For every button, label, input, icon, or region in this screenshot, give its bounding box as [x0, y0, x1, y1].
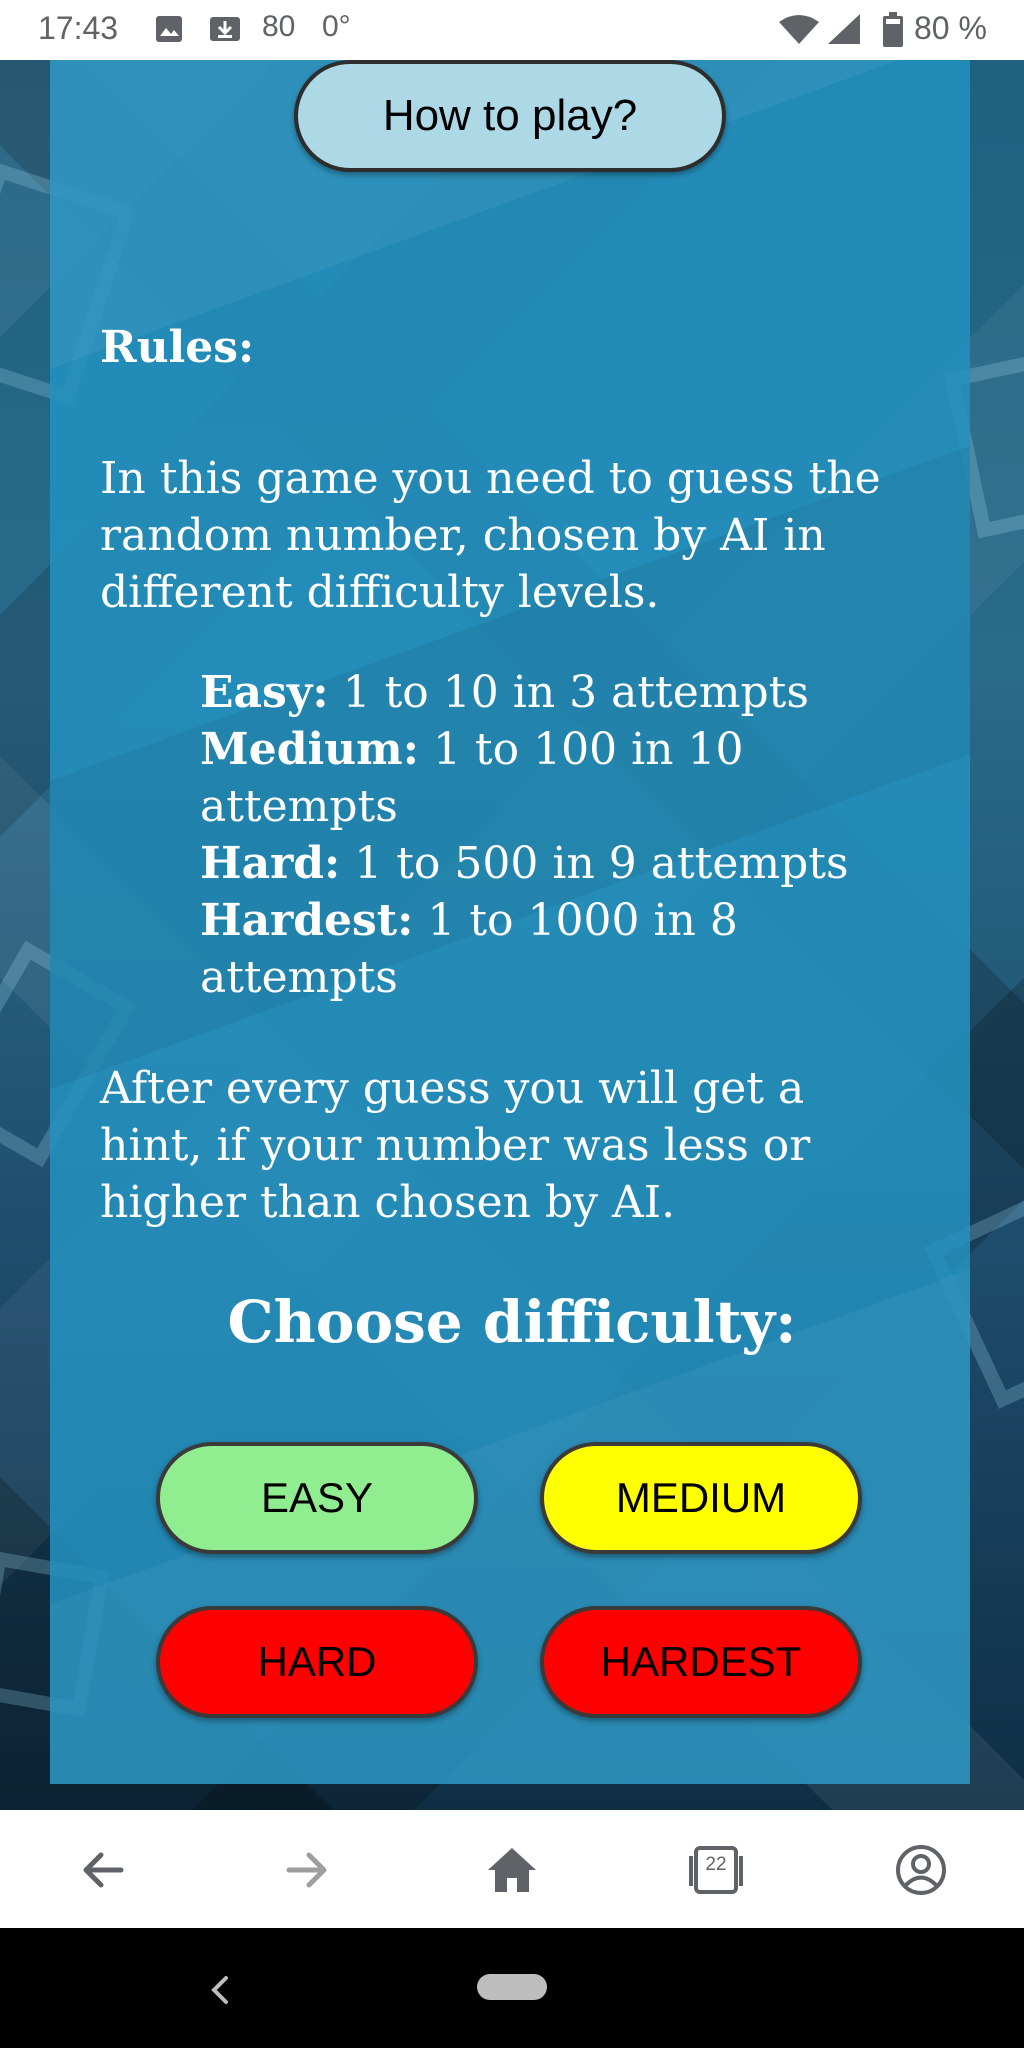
easy-button[interactable]: EASY	[156, 1442, 478, 1554]
tab-count: 22	[705, 1854, 727, 1875]
download-notification-icon	[210, 17, 240, 41]
level-name: Hard:	[200, 838, 341, 889]
medium-button[interactable]: MEDIUM	[540, 1442, 862, 1554]
signal-icon	[828, 14, 860, 44]
hint-text: After every guess you will get a hint, i…	[100, 1063, 811, 1228]
level-item-easy: Easy: 1 to 10 in 3 attempts	[200, 664, 920, 721]
level-item-hardest: Hardest: 1 to 1000 in 8 attempts	[200, 892, 920, 1006]
battery-percent: 80 %	[914, 10, 987, 46]
status-bar: 17:43 80 0° 80 %	[0, 0, 1024, 60]
system-nav-bar	[0, 1928, 1024, 2048]
level-description: 1 to 10 in 3 attempts	[328, 667, 809, 718]
level-description: 1 to 500 in 9 attempts	[340, 838, 849, 889]
difficulty-level-list: Easy: 1 to 10 in 3 attempts Medium: 1 to…	[200, 664, 920, 1006]
rules-intro-text: In this game you need to guess the rando…	[100, 453, 881, 618]
level-item-hard: Hard: 1 to 500 in 9 attempts	[200, 835, 920, 892]
home-icon[interactable]	[482, 1840, 542, 1900]
temperature-text: 0°	[322, 10, 351, 43]
account-icon[interactable]	[891, 1840, 951, 1900]
nav-back-icon[interactable]	[206, 1974, 234, 2006]
hardest-button[interactable]: HARDEST	[540, 1606, 862, 1718]
back-arrow-icon[interactable]	[73, 1840, 133, 1900]
status-time: 17:43	[38, 10, 119, 46]
how-to-play-button[interactable]: How to play?	[294, 60, 726, 172]
page-background: How to play? Rules: In this game you nee…	[0, 60, 1024, 1810]
level-name: Hardest:	[200, 895, 414, 946]
nav-home-pill[interactable]	[477, 1974, 547, 2000]
hard-button[interactable]: HARD	[156, 1606, 478, 1718]
level-name: Easy:	[200, 667, 329, 718]
wifi-icon	[779, 15, 819, 44]
choose-difficulty-heading: Choose difficulty:	[227, 1288, 797, 1356]
tabs-button[interactable]: 22	[686, 1840, 746, 1900]
forward-arrow-icon[interactable]	[277, 1840, 337, 1900]
notification-value: 80	[262, 10, 296, 43]
battery-icon	[883, 12, 903, 47]
rules-heading: Rules:	[100, 322, 255, 373]
image-notification-icon	[156, 16, 182, 42]
level-item-medium: Medium: 1 to 100 in 10 attempts	[200, 721, 920, 835]
level-name: Medium:	[200, 724, 419, 775]
browser-toolbar: 22	[0, 1810, 1024, 1928]
